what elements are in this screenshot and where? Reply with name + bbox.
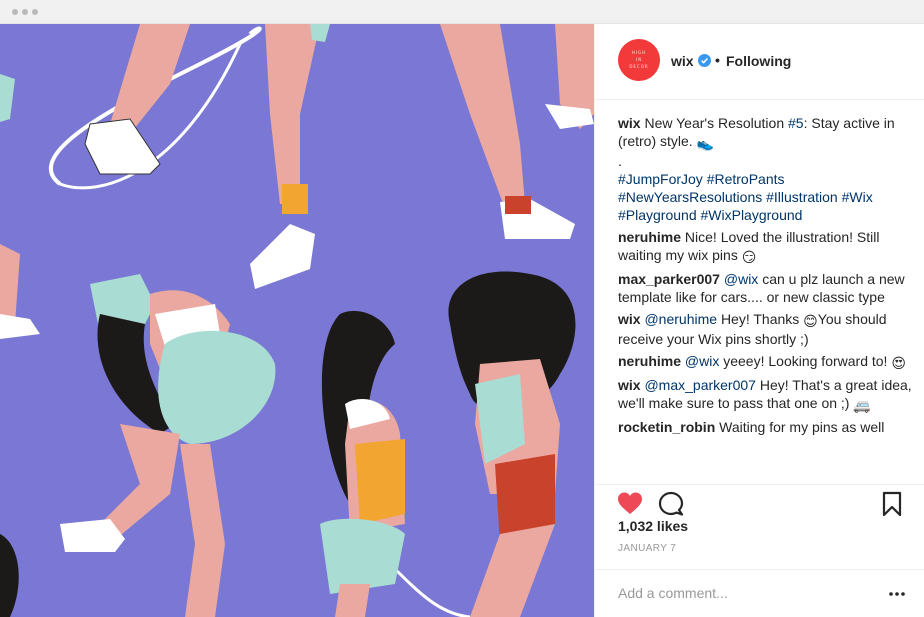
caption: wix New Year's Resolution #5: Stay activ…	[618, 114, 914, 224]
comment: neruhime Nice! Loved the illustration! S…	[618, 228, 914, 266]
caption-dot: .	[618, 153, 622, 169]
post-header: HIGH IN DECOR wix • Following	[595, 24, 924, 100]
sneaker-emoji-icon: 👟	[696, 135, 715, 151]
caption-text: New Year's Resolution	[644, 115, 785, 131]
window-titlebar	[0, 0, 924, 24]
bookmark-icon[interactable]	[879, 491, 905, 517]
comment-mention[interactable]: @neruhime	[644, 311, 717, 327]
browser-window: HIGH IN DECOR wix • Following wix New Ye…	[0, 0, 924, 617]
comment-username[interactable]: neruhime	[618, 229, 681, 245]
comment: neruhime @wix yeeey! Looking forward to!…	[618, 352, 914, 372]
likes-count[interactable]: 1,032 likes	[618, 518, 688, 534]
add-comment-section	[595, 569, 924, 617]
comment: wix @max_parker007 Hey! That's a great i…	[618, 376, 914, 414]
caption-hashtags[interactable]: #NewYearsResolutions #Illustration #Wix	[618, 188, 914, 206]
avatar[interactable]: HIGH IN DECOR	[618, 39, 660, 81]
window-dot-icon	[12, 9, 18, 15]
verified-badge-icon	[698, 54, 711, 67]
add-comment-input[interactable]	[618, 583, 868, 603]
avatar-text: HIGH	[631, 50, 647, 55]
comment-username[interactable]: rocketin_robin	[618, 419, 715, 435]
comment-text: Waiting for my pins as well	[719, 419, 885, 435]
action-bar	[595, 484, 924, 520]
caption-username[interactable]: wix	[618, 115, 641, 131]
avatar-text: DECOR	[629, 64, 649, 69]
comment-username[interactable]: neruhime	[618, 353, 681, 369]
comment-text: yeeey! Looking forward to!	[723, 353, 888, 369]
heart-eyes-emoji-icon: 😍	[891, 355, 906, 371]
van-emoji-icon: 🚐	[853, 397, 871, 413]
comment-text: Hey! Thanks	[720, 311, 800, 327]
comment-username[interactable]: wix	[618, 311, 641, 327]
post-date: JANUARY 7	[618, 543, 677, 554]
smile-emoji-icon: 😊	[803, 313, 818, 329]
comment-mention[interactable]: @wix	[685, 353, 719, 369]
comment-mention[interactable]: @max_parker007	[644, 377, 756, 393]
avatar-text: IN	[635, 57, 643, 62]
comment-username[interactable]: wix	[618, 377, 641, 393]
comment-icon[interactable]	[658, 491, 684, 517]
comment-mention[interactable]: @wix	[724, 271, 758, 287]
comments-list: wix New Year's Resolution #5: Stay activ…	[618, 114, 914, 478]
caption-hashtags[interactable]: #Playground #WixPlayground	[618, 206, 914, 224]
smirk-emoji-icon: 😏	[741, 249, 757, 265]
post-sidebar: HIGH IN DECOR wix • Following wix New Ye…	[594, 24, 924, 617]
comment: rocketin_robin Waiting for my pins as we…	[618, 418, 914, 436]
more-options-icon[interactable]	[887, 584, 907, 604]
caption-hashtags[interactable]: #JumpForJoy #RetroPants	[618, 170, 914, 188]
header-username[interactable]: wix	[671, 53, 694, 69]
illustration	[0, 24, 594, 617]
comment: max_parker007 @wix can u plz launch a ne…	[618, 270, 914, 306]
post-image[interactable]	[0, 24, 594, 617]
caption-tag[interactable]: #5	[788, 115, 804, 131]
window-dot-icon	[22, 9, 28, 15]
comment: wix @neruhime Hey! Thanks 😊You should re…	[618, 310, 914, 348]
comment-username[interactable]: max_parker007	[618, 271, 720, 287]
window-dot-icon	[32, 9, 38, 15]
heart-icon[interactable]	[617, 491, 643, 517]
header-separator: •	[715, 52, 720, 68]
follow-button[interactable]: Following	[726, 53, 791, 69]
